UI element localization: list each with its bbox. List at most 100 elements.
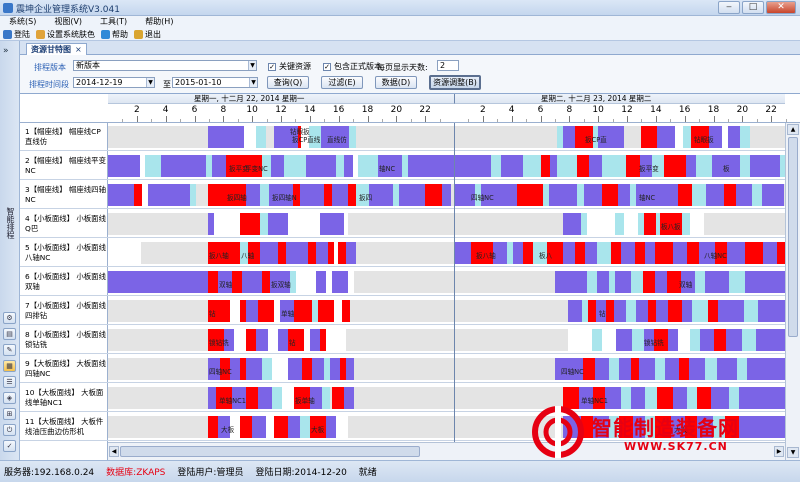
tab-close-icon[interactable]: ×	[75, 45, 82, 54]
gantt-task-bar[interactable]	[632, 329, 644, 351]
resource-name-2[interactable]: 2【帽座线】 帽座线平变NC	[20, 152, 108, 180]
gantt-task-bar[interactable]	[555, 271, 587, 293]
gantt-task-bar[interactable]	[549, 184, 577, 206]
gantt-task-bar[interactable]	[665, 358, 679, 380]
gantt-task-bar[interactable]	[288, 213, 304, 235]
sidebar-tool-8-icon[interactable]: ⏻	[3, 424, 16, 436]
gantt-task-bar[interactable]	[724, 184, 736, 206]
toolbar-palette-button[interactable]: 设置系统肤色	[33, 29, 98, 40]
gantt-task-bar[interactable]	[214, 213, 240, 235]
gantt-task-bar[interactable]	[597, 271, 609, 293]
gantt-task-bar[interactable]	[240, 213, 248, 235]
gantt-task-bar[interactable]	[338, 242, 346, 264]
gantt-task-bar[interactable]	[692, 300, 708, 322]
gantt-task-bar[interactable]	[262, 358, 272, 380]
gantt-task-bar[interactable]	[763, 242, 777, 264]
gantt-task-bar[interactable]	[575, 242, 585, 264]
gantt-task-bar[interactable]	[609, 358, 619, 380]
gantt-task-bar[interactable]	[706, 184, 724, 206]
gantt-task-bar[interactable]	[727, 242, 745, 264]
resource-name-8[interactable]: 8【小板面线】 小板面线锁钻铣	[20, 326, 108, 354]
gantt-task-bar[interactable]	[585, 242, 597, 264]
gantt-task-bar[interactable]	[246, 387, 258, 409]
gantt-task-bar[interactable]	[745, 271, 785, 293]
gantt-task-bar[interactable]	[304, 213, 320, 235]
gantt-task-bar[interactable]	[108, 242, 138, 264]
gantt-task-bar[interactable]	[342, 300, 350, 322]
gantt-task-bar[interactable]	[190, 184, 196, 206]
gantt-task-bar[interactable]	[668, 329, 678, 351]
gantt-task-bar[interactable]	[274, 416, 288, 438]
gantt-task-bar[interactable]	[643, 271, 655, 293]
gantt-task-bar[interactable]	[425, 184, 442, 206]
gantt-task-bar[interactable]	[568, 300, 582, 322]
sidebar-tool-6-icon[interactable]: ◈	[3, 392, 16, 404]
gantt-task-bar[interactable]	[726, 329, 742, 351]
gantt-task-bar[interactable]	[644, 213, 656, 235]
gantt-task-bar[interactable]	[673, 242, 687, 264]
gantt-task-bar[interactable]	[597, 242, 611, 264]
gantt-task-bar[interactable]	[563, 242, 575, 264]
gantt-task-bar[interactable]	[316, 271, 326, 293]
gantt-task-bar[interactable]	[587, 271, 597, 293]
gantt-task-bar[interactable]	[668, 300, 682, 322]
filter-button[interactable]: 过滤(E)	[321, 76, 363, 89]
gantt-task-bar[interactable]	[752, 184, 762, 206]
gantt-task-bar[interactable]	[442, 184, 451, 206]
gantt-task-bar[interactable]	[316, 242, 328, 264]
gantt-task-bar[interactable]	[322, 387, 330, 409]
gantt-task-bar[interactable]	[728, 126, 740, 148]
gantt-task-bar[interactable]	[246, 300, 258, 322]
days-per-page-input[interactable]: 2	[437, 60, 459, 71]
gantt-task-bar[interactable]	[718, 300, 744, 322]
gantt-task-bar[interactable]	[626, 155, 640, 177]
resource-adjust-button[interactable]: 资源调整(B)	[429, 75, 481, 90]
gantt-task-bar[interactable]	[690, 329, 700, 351]
gantt-task-bar[interactable]	[777, 242, 785, 264]
gantt-task-bar[interactable]	[736, 184, 752, 206]
gantt-task-bar[interactable]	[234, 329, 246, 351]
gantt-task-bar[interactable]	[624, 213, 638, 235]
gantt-task-bar[interactable]	[618, 184, 630, 206]
close-window-button[interactable]: ✕	[766, 1, 796, 14]
gantt-task-bar[interactable]	[602, 329, 616, 351]
gantt-task-bar[interactable]	[268, 329, 278, 351]
gantt-task-bar[interactable]	[134, 184, 142, 206]
gantt-task-bar[interactable]	[657, 126, 675, 148]
gantt-task-bar[interactable]	[332, 271, 348, 293]
gantt-task-bar[interactable]	[455, 242, 471, 264]
sidebar-tool-3-icon[interactable]: ✎	[3, 344, 16, 356]
vertical-scroll-thumb[interactable]	[788, 137, 798, 337]
checkbox-checked-icon[interactable]: ✓	[323, 62, 331, 71]
gantt-task-bar[interactable]	[758, 300, 785, 322]
resource-name-10[interactable]: 10【大板面线】 大板面线单轴NC1	[20, 384, 108, 412]
gantt-task-bar[interactable]	[517, 184, 543, 206]
sidebar-tool-4-icon[interactable]: ▦	[3, 360, 16, 372]
menu-help[interactable]: 帮助(H)	[136, 16, 182, 28]
gantt-task-bar[interactable]	[344, 387, 354, 409]
gantt-task-bar[interactable]	[708, 300, 718, 322]
gantt-task-bar[interactable]	[687, 242, 699, 264]
gantt-task-bar[interactable]	[648, 300, 656, 322]
gantt-task-bar[interactable]	[208, 387, 216, 409]
gantt-task-bar[interactable]	[602, 155, 626, 177]
gantt-task-bar[interactable]	[745, 242, 763, 264]
gantt-task-bar[interactable]	[348, 271, 354, 293]
gantt-task-bar[interactable]	[550, 155, 557, 177]
gantt-task-bar[interactable]	[513, 242, 523, 264]
collapse-sidebar-icon[interactable]: »	[3, 46, 9, 56]
gantt-task-bar[interactable]	[705, 358, 717, 380]
minimize-button[interactable]: ‒	[718, 1, 740, 14]
gantt-task-bar[interactable]	[282, 387, 294, 409]
resource-name-6[interactable]: 6【小板面线】 小板面线双轴	[20, 268, 108, 296]
gantt-task-bar[interactable]	[248, 213, 260, 235]
toolbar-help-button[interactable]: 帮助	[98, 29, 131, 40]
gantt-task-bar[interactable]	[686, 155, 696, 177]
gantt-task-bar[interactable]	[602, 184, 618, 206]
gantt-task-bar[interactable]	[271, 155, 284, 177]
gantt-task-bar[interactable]	[682, 300, 692, 322]
gantt-task-bar[interactable]	[408, 155, 455, 177]
gantt-task-bar[interactable]	[639, 358, 655, 380]
gantt-task-bar[interactable]	[108, 271, 208, 293]
toolbar-exit-button[interactable]: 退出	[131, 29, 164, 40]
